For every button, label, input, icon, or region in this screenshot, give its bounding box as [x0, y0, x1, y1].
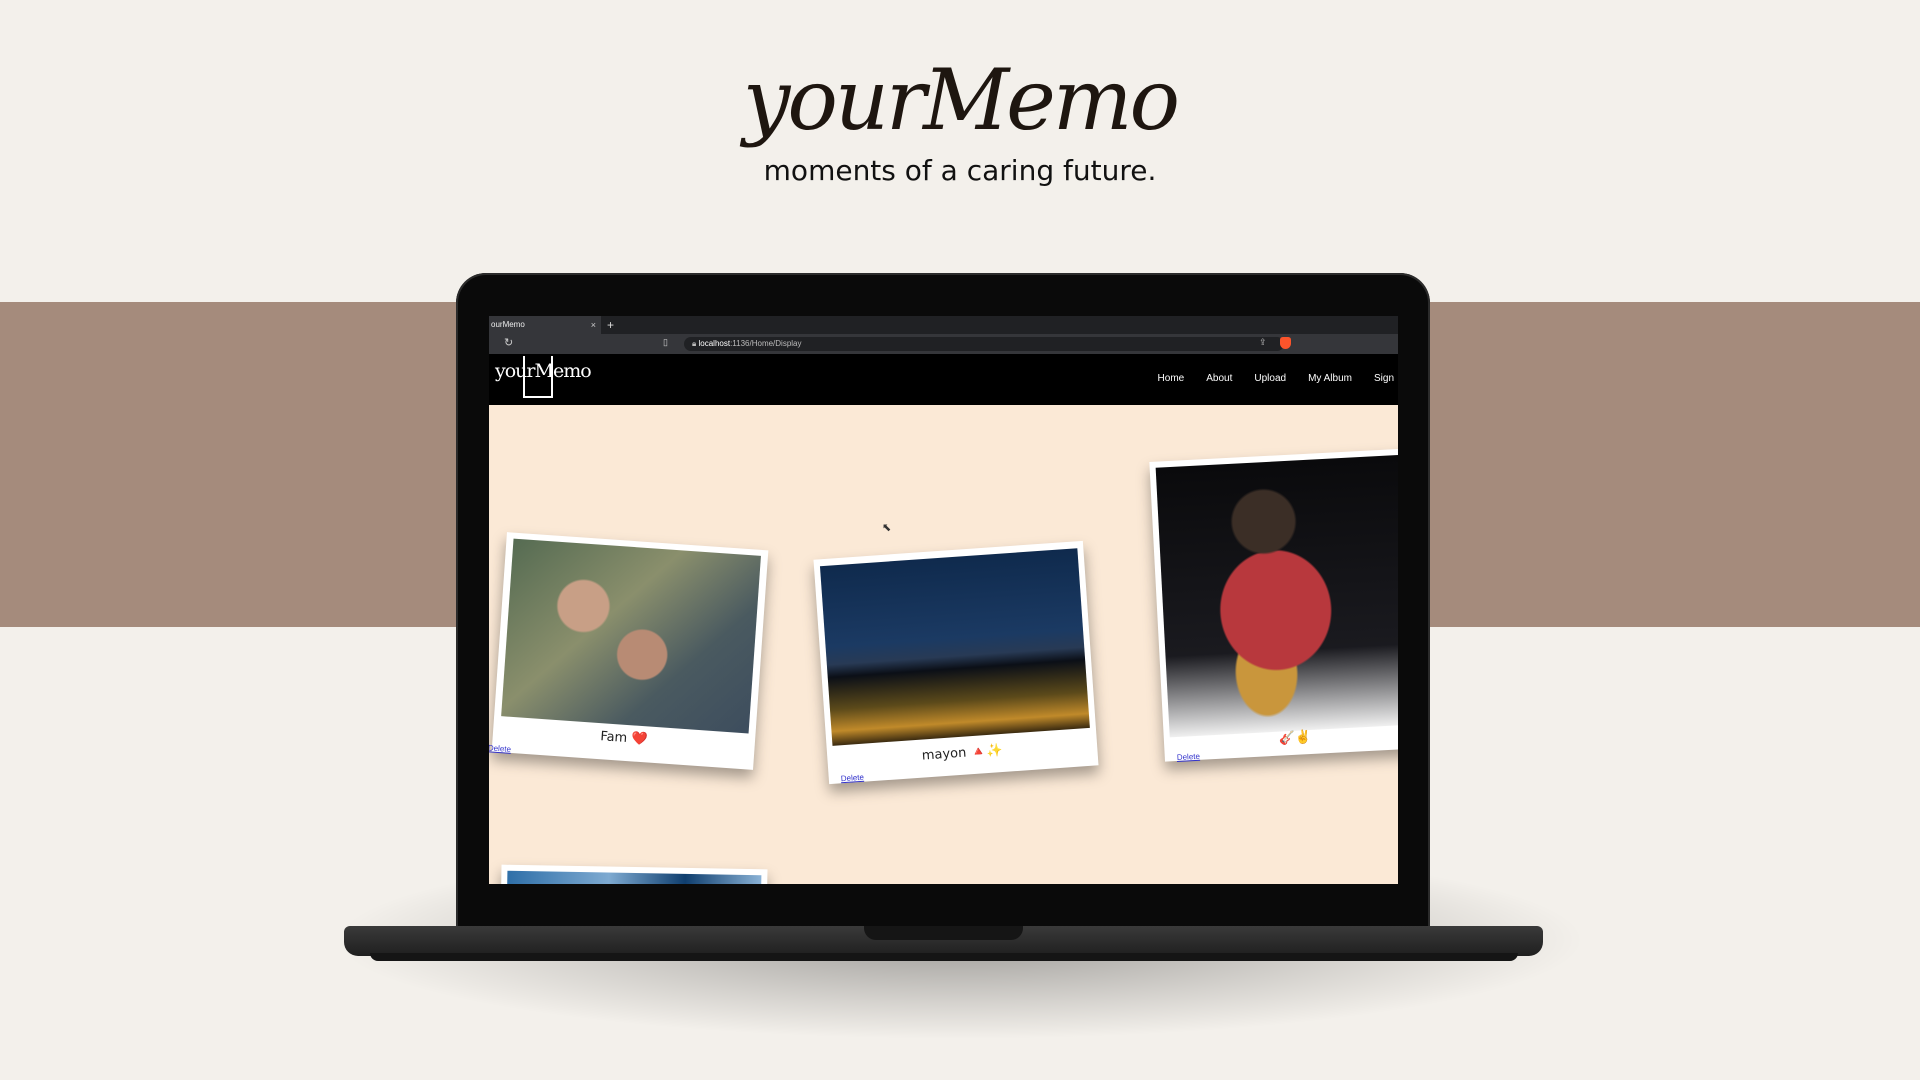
- volcano-sparkle-icon: 🔺✨: [969, 742, 1004, 761]
- new-tab-icon[interactable]: +: [607, 316, 614, 334]
- delete-link[interactable]: Delete: [489, 743, 511, 754]
- guitar-peace-icon: 🎸✌️: [1278, 729, 1312, 747]
- partial-photo: [506, 870, 762, 884]
- nav-upload[interactable]: Upload: [1254, 373, 1286, 384]
- photo-card[interactable]: [500, 864, 768, 884]
- laptop-screen: ourMemo × + ↻ ▯ 🔒︎ localhost:1136/Home/D…: [489, 316, 1398, 884]
- hero-title: yourMemo: [742, 51, 1180, 149]
- presentation-slide: yourMemo moments of a caring future. our…: [0, 0, 1920, 1080]
- family-photo: [501, 538, 761, 734]
- browser-tab[interactable]: ourMemo ×: [489, 316, 601, 334]
- nav-about[interactable]: About: [1206, 373, 1232, 384]
- nav-menu: Home About Upload My Album Sign: [1136, 373, 1394, 384]
- photo-card[interactable]: Fam ❤️ Delete: [489, 532, 769, 770]
- site-navbar: yourMemo Home About Upload My Album Sign: [489, 354, 1398, 405]
- delete-link[interactable]: Delete: [841, 773, 865, 784]
- url-host: localhost: [698, 339, 731, 348]
- browser-toolbar: ↻ ▯ 🔒︎ localhost:1136/Home/Display ⇪: [489, 334, 1398, 354]
- mountain-photo: [819, 548, 1090, 746]
- address-bar[interactable]: 🔒︎ localhost:1136/Home/Display: [684, 337, 1284, 351]
- reload-icon[interactable]: ↻: [504, 336, 513, 349]
- nav-my-album[interactable]: My Album: [1308, 373, 1352, 384]
- nav-home[interactable]: Home: [1158, 373, 1185, 384]
- url-path: :1136/Home/Display: [730, 339, 802, 348]
- brave-shield-icon[interactable]: [1280, 337, 1291, 349]
- laptop-notch: [864, 926, 1023, 940]
- hero-subtitle: moments of a caring future.: [763, 154, 1157, 187]
- heart-icon: ❤️: [630, 731, 648, 748]
- browser-tabstrip: ourMemo × +: [489, 316, 1398, 334]
- album-display: ⬉ Fam ❤️ Delete mayon 🔺✨ Delete 🎸✌️ Dele…: [489, 405, 1398, 884]
- photo-card[interactable]: 🎸✌️ Delete: [1149, 448, 1398, 762]
- tab-title: ourMemo: [491, 320, 525, 329]
- site-logo[interactable]: yourMemo: [495, 360, 592, 382]
- share-icon[interactable]: ⇪: [1259, 337, 1267, 348]
- bookmark-icon[interactable]: ▯: [663, 337, 668, 348]
- mouse-cursor-icon: ⬉: [882, 522, 892, 534]
- close-icon[interactable]: ×: [591, 316, 596, 334]
- nav-sign[interactable]: Sign: [1374, 373, 1394, 384]
- guitar-illustration: [1155, 454, 1398, 738]
- laptop-base-lip: [370, 953, 1518, 961]
- delete-link[interactable]: Delete: [1177, 752, 1201, 762]
- photo-card[interactable]: mayon 🔺✨ Delete: [813, 540, 1099, 785]
